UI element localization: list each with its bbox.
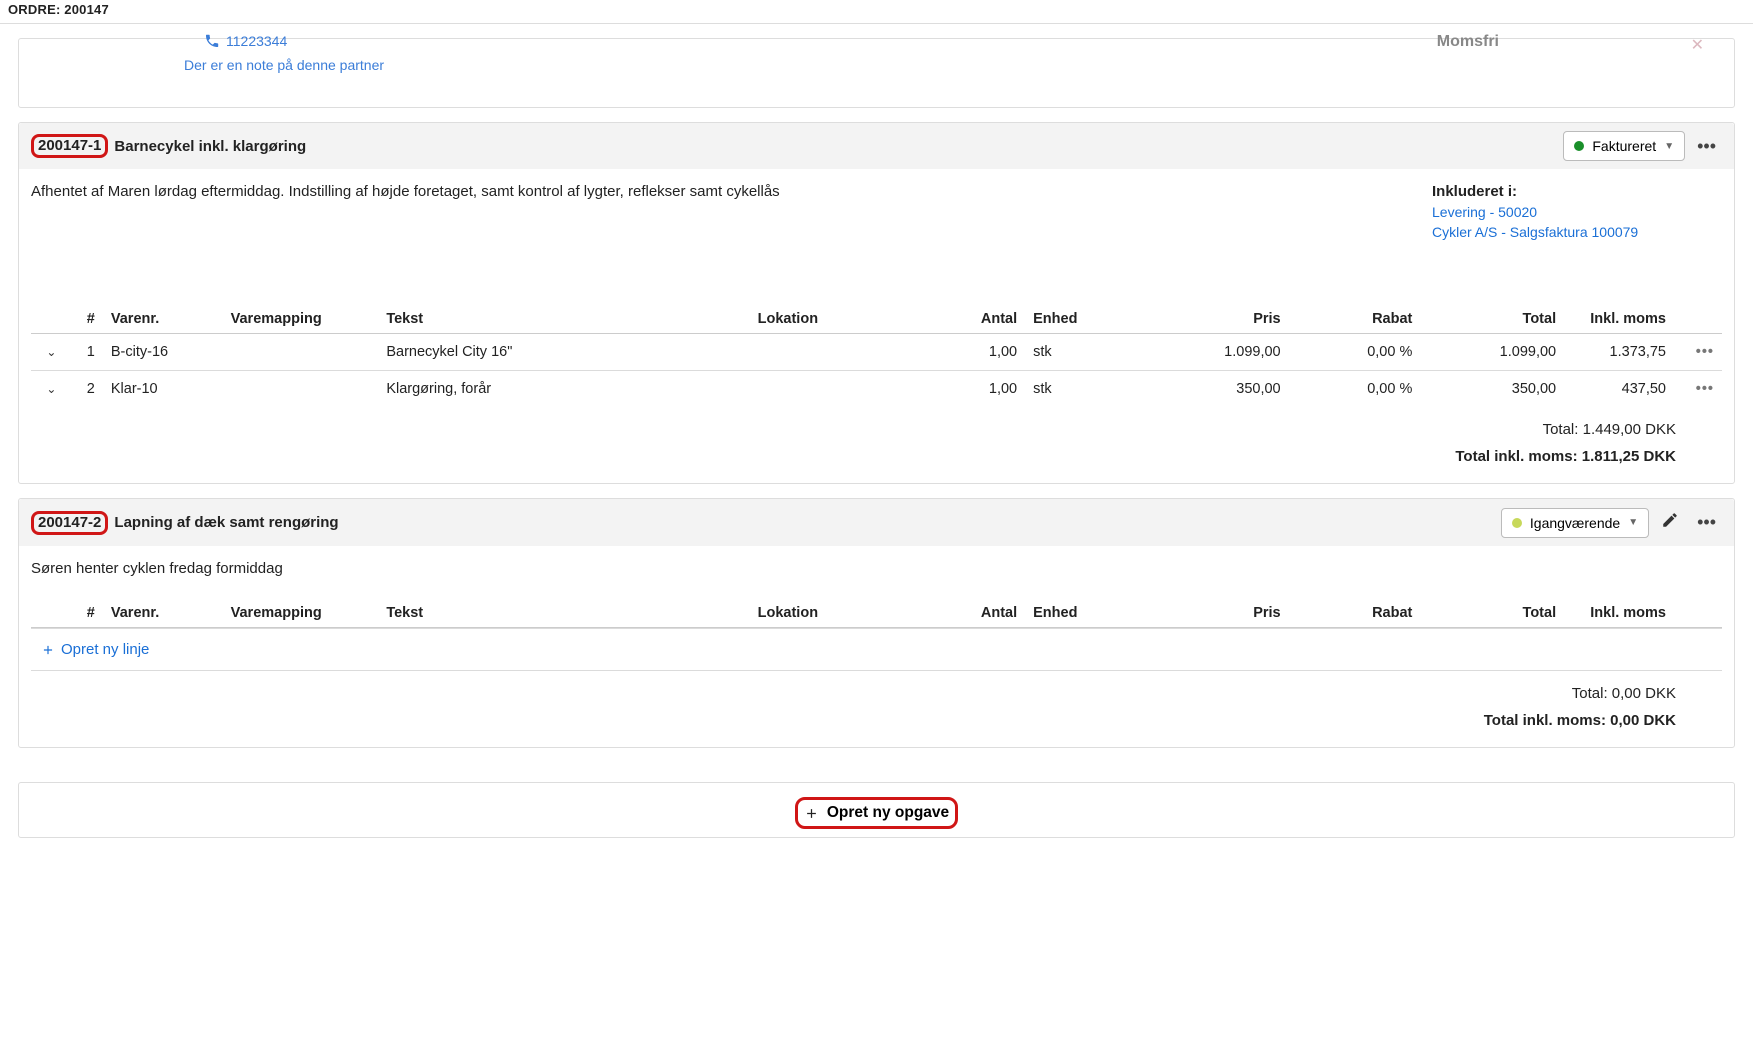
col-antal: Antal: [941, 599, 1025, 628]
col-mapping: Varemapping: [223, 305, 379, 334]
create-task-button[interactable]: Opret ny opgave: [804, 804, 949, 822]
col-pris: Pris: [1145, 599, 1289, 628]
section-menu-button[interactable]: •••: [1691, 508, 1722, 537]
row-menu-button[interactable]: •••: [1696, 344, 1714, 360]
table-row[interactable]: ⌄ 2 Klar-10 Klargøring, forår 1,00 stk 3…: [31, 371, 1722, 408]
col-varenr: Varenr.: [103, 305, 223, 334]
col-idx: #: [72, 599, 103, 628]
ellipsis-icon: •••: [1697, 136, 1716, 156]
section-title: Barnecykel inkl. klargøring: [114, 138, 306, 155]
chevron-down-icon: ▼: [1628, 517, 1638, 528]
close-icon[interactable]: ✕: [1691, 35, 1704, 55]
col-tekst: Tekst: [378, 305, 749, 334]
edit-button[interactable]: [1655, 507, 1685, 538]
plus-icon: [41, 643, 55, 657]
footer-panel: Opret ny opgave: [18, 782, 1735, 838]
partner-panel: 11223344 Der er en note på denne partner…: [18, 38, 1735, 108]
section-totals: Total: 0,00 DKK Total inkl. moms: 0,00 D…: [31, 671, 1722, 729]
ellipsis-icon: •••: [1697, 512, 1716, 532]
lines-table: # Varenr. Varemapping Tekst Lokation Ant…: [31, 305, 1722, 407]
status-dot-icon: [1512, 518, 1522, 528]
section-note: Søren henter cyklen fredag formiddag: [31, 560, 1722, 577]
section-id-highlight: 200147-1: [31, 134, 108, 158]
pencil-icon: [1661, 511, 1679, 529]
plus-icon: [804, 806, 819, 821]
col-pris: Pris: [1145, 305, 1289, 334]
col-mapping: Varemapping: [223, 599, 379, 628]
section-menu-button[interactable]: •••: [1691, 132, 1722, 161]
order-section-1: 200147-1 Barnecykel inkl. klargøring Fak…: [18, 122, 1735, 484]
create-line-button[interactable]: Opret ny linje: [31, 628, 1722, 671]
phone-icon: [204, 33, 220, 49]
partner-phone[interactable]: 11223344: [226, 33, 287, 49]
col-inkl: Inkl. moms: [1564, 305, 1674, 334]
section-title: Lapning af dæk samt rengøring: [114, 514, 338, 531]
status-dropdown[interactable]: Igangværende ▼: [1501, 508, 1649, 538]
included-link-invoice[interactable]: Cykler A/S - Salgsfaktura 100079: [1432, 224, 1692, 240]
included-in-block: Inkluderet i: Levering - 50020 Cykler A/…: [1432, 183, 1692, 240]
status-dropdown[interactable]: Faktureret ▼: [1563, 131, 1685, 161]
window-title: ORDRE: 200147: [8, 2, 109, 17]
col-antal: Antal: [941, 305, 1025, 334]
section-id: 200147-1: [38, 137, 101, 154]
chevron-down-icon: ▼: [1664, 141, 1674, 152]
col-varenr: Varenr.: [103, 599, 223, 628]
section-header: 200147-1 Barnecykel inkl. klargøring Fak…: [19, 123, 1734, 169]
col-enhed: Enhed: [1025, 305, 1145, 334]
window-title-bar: ORDRE: 200147: [0, 0, 1753, 24]
chevron-down-icon[interactable]: ⌄: [46, 345, 56, 359]
total-incl: Total inkl. moms: 0,00 DKK: [31, 712, 1676, 729]
create-task-highlight: Opret ny opgave: [795, 797, 958, 829]
col-idx: #: [72, 305, 103, 334]
total-sum: Total: 0,00 DKK: [31, 685, 1676, 702]
section-totals: Total: 1.449,00 DKK Total inkl. moms: 1.…: [31, 407, 1722, 465]
status-label: Faktureret: [1592, 138, 1656, 154]
col-inkl: Inkl. moms: [1564, 599, 1674, 628]
tax-tag: Momsfri: [1437, 33, 1499, 51]
included-heading: Inkluderet i:: [1432, 183, 1692, 200]
col-enhed: Enhed: [1025, 599, 1145, 628]
total-sum: Total: 1.449,00 DKK: [31, 421, 1676, 438]
col-total: Total: [1420, 599, 1564, 628]
table-row[interactable]: ⌄ 1 B-city-16 Barnecykel City 16" 1,00 s…: [31, 334, 1722, 371]
lines-table: # Varenr. Varemapping Tekst Lokation Ant…: [31, 599, 1722, 628]
row-menu-button[interactable]: •••: [1696, 381, 1714, 397]
included-link-delivery[interactable]: Levering - 50020: [1432, 204, 1692, 220]
col-tekst: Tekst: [378, 599, 749, 628]
total-incl: Total inkl. moms: 1.811,25 DKK: [31, 448, 1676, 465]
order-section-2: 200147-2 Lapning af dæk samt rengøring I…: [18, 498, 1735, 748]
partner-note-link[interactable]: Der er en note på denne partner: [184, 57, 384, 73]
section-id: 200147-2: [38, 514, 101, 531]
col-lokation: Lokation: [750, 599, 942, 628]
col-total: Total: [1420, 305, 1564, 334]
col-rabat: Rabat: [1289, 305, 1421, 334]
section-id-highlight: 200147-2: [31, 511, 108, 535]
status-dot-icon: [1574, 141, 1584, 151]
status-label: Igangværende: [1530, 515, 1620, 531]
chevron-down-icon[interactable]: ⌄: [46, 382, 56, 396]
col-lokation: Lokation: [750, 305, 942, 334]
col-rabat: Rabat: [1289, 599, 1421, 628]
section-header: 200147-2 Lapning af dæk samt rengøring I…: [19, 499, 1734, 546]
